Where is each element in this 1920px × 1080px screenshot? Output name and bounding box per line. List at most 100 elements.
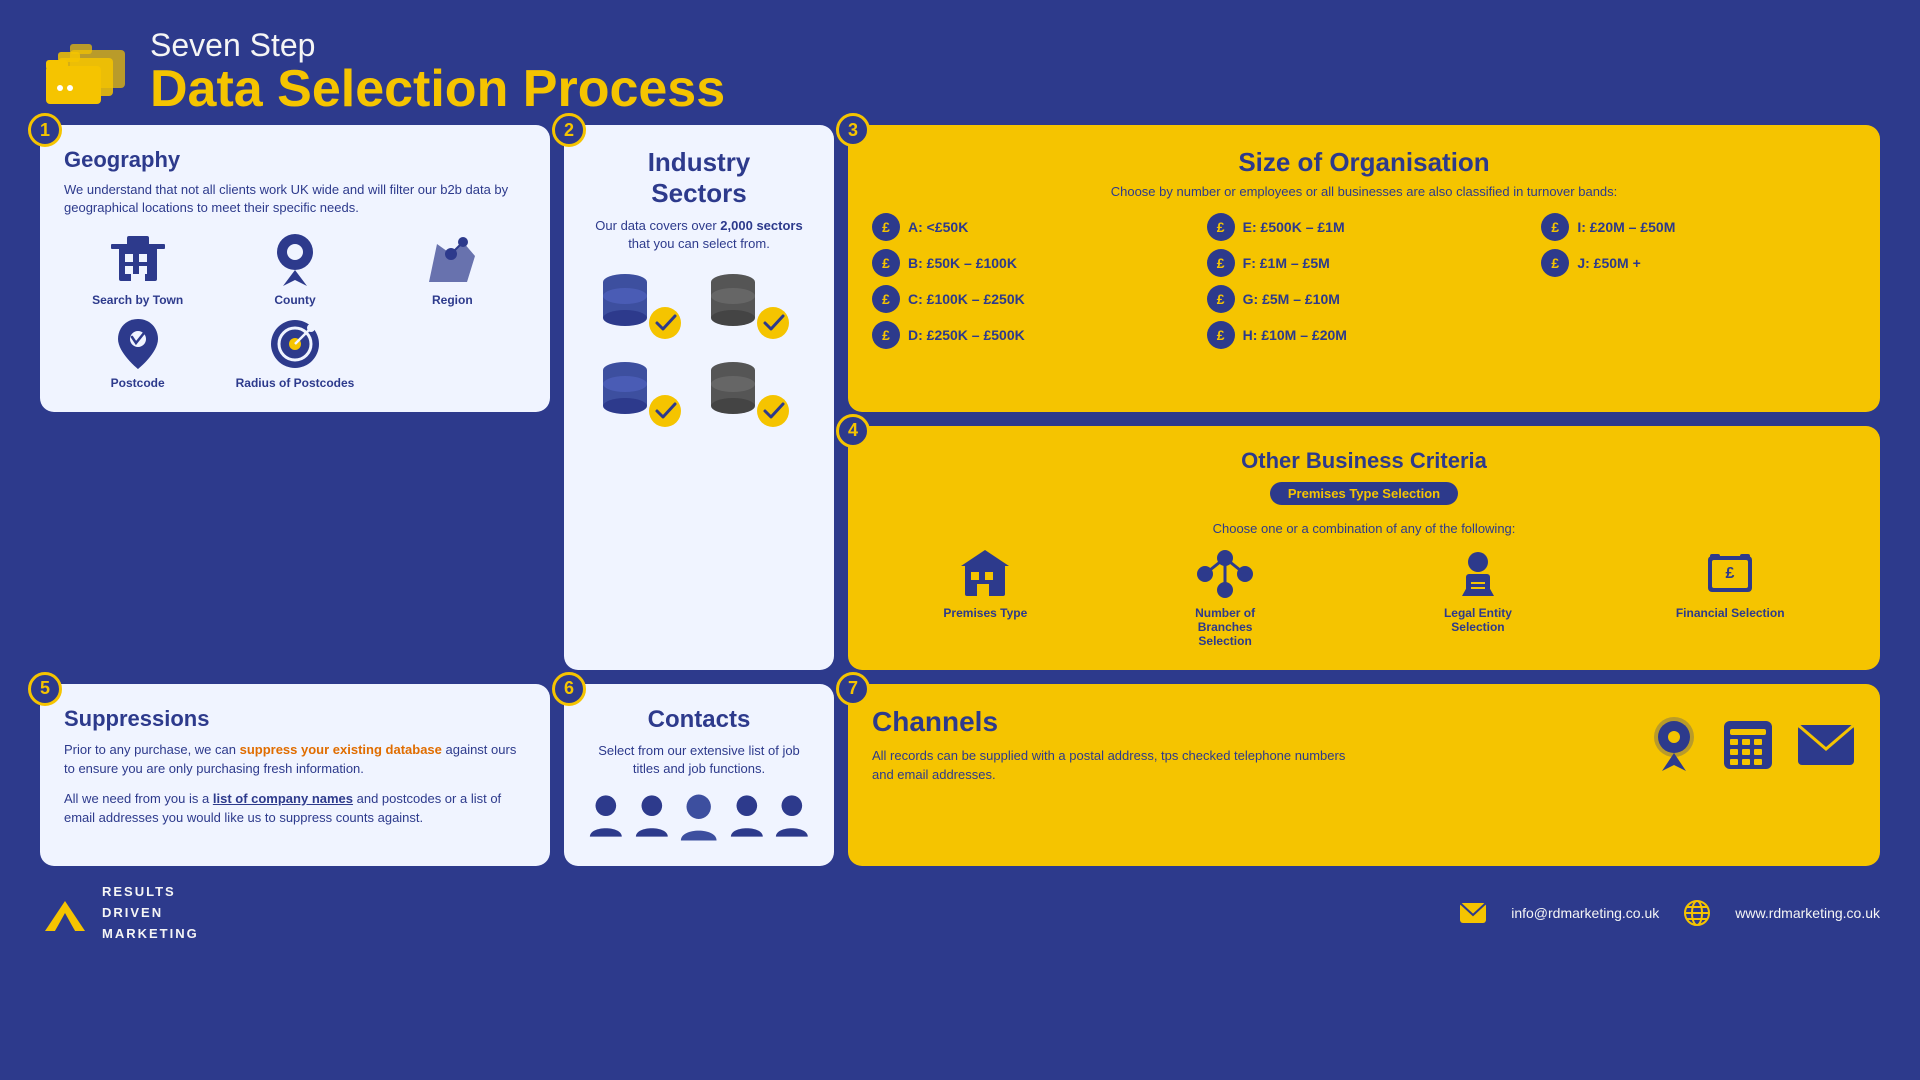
step5-badge: 5	[28, 672, 62, 706]
branches-icon	[1195, 548, 1255, 600]
criteria-icons: Premises Type Number of Branches Selecti…	[872, 548, 1856, 648]
step1-card: 1 Geography We understand that not all c…	[40, 125, 550, 411]
header-icon	[40, 32, 130, 112]
criteria-branches: Number of Branches Selection	[1170, 548, 1280, 648]
step5-card: 5 Suppressions Prior to any purchase, we…	[40, 684, 550, 866]
step3-subtitle: Choose by number or employees or all bus…	[872, 184, 1856, 199]
db-icon-4	[703, 356, 803, 436]
db-icon-1	[595, 268, 695, 348]
db-icon-3	[595, 356, 695, 436]
step7-title: Channels	[872, 706, 1352, 738]
step4-badge: 4	[836, 414, 870, 448]
geo-town-label: Search by Town	[92, 293, 183, 307]
premises-icon	[959, 548, 1011, 600]
step4-subtitle: Choose one or a combination of any of th…	[872, 521, 1856, 536]
footer: RESULTSDRIVENMARKETING info@rdmarketing.…	[0, 874, 1920, 952]
person-icon-4	[729, 792, 765, 840]
bottom-grid: 5 Suppressions Prior to any purchase, we…	[0, 684, 1920, 866]
footer-right: info@rdmarketing.co.uk www.rdmarketing.c…	[1459, 899, 1880, 927]
suppress-highlight: suppress your existing database	[240, 742, 442, 757]
header-subtitle: Seven Step	[150, 28, 725, 63]
geo-radius: Radius of Postcodes	[221, 317, 368, 390]
geo-region: Region	[379, 234, 526, 307]
criteria-premises: Premises Type	[943, 548, 1027, 620]
geo-icons: Search by Town County	[64, 234, 526, 390]
header: Seven Step Data Selection Process	[0, 0, 1920, 125]
person-icon-3-highlighted	[679, 792, 718, 844]
postcode-icon	[108, 317, 168, 372]
step3-card: 3 Size of Organisation Choose by number …	[848, 125, 1880, 411]
step6-desc: Select from our extensive list of job ti…	[588, 742, 810, 778]
pound-icon-a: £	[872, 213, 900, 241]
step5-para2: All we need from you is a list of compan…	[64, 789, 526, 828]
footer-email: info@rdmarketing.co.uk	[1511, 905, 1659, 921]
step4-title: Other Business Criteria	[872, 448, 1856, 474]
radius-icon	[265, 317, 325, 372]
footer-email-icon	[1459, 902, 1487, 924]
criteria-financial: £ Financial Selection	[1676, 548, 1785, 620]
step7-desc: All records can be supplied with a posta…	[872, 746, 1352, 785]
step3-title: Size of Organisation	[872, 147, 1856, 178]
pound-icon-j: £	[1541, 249, 1569, 277]
geo-county: County	[221, 234, 368, 307]
size-d: £ D: £250K – £500K	[872, 321, 1187, 349]
geo-postcode-label: Postcode	[111, 376, 165, 390]
step6-badge: 6	[552, 672, 586, 706]
footer-logo-text: RESULTSDRIVENMARKETING	[102, 882, 199, 944]
pound-icon-f: £	[1207, 249, 1235, 277]
pound-icon-c: £	[872, 285, 900, 313]
premises-badge: Premises Type Selection	[1270, 482, 1458, 505]
financial-icon: £	[1704, 548, 1756, 600]
size-grid: £ A: <£50K £ E: £500K – £1M £ I: £20M – …	[872, 213, 1856, 349]
size-a: £ A: <£50K	[872, 213, 1187, 241]
building-icon	[108, 234, 168, 289]
size-e: £ E: £500K – £1M	[1207, 213, 1522, 241]
pound-icon-h: £	[1207, 321, 1235, 349]
step1-badge: 1	[28, 113, 62, 147]
criteria-legal-label: Legal Entity Selection	[1423, 606, 1533, 634]
size-b: £ B: £50K – £100K	[872, 249, 1187, 277]
criteria-branches-label: Number of Branches Selection	[1170, 606, 1280, 648]
size-i: £ I: £20M – £50M	[1541, 213, 1856, 241]
pound-icon-g: £	[1207, 285, 1235, 313]
step4-card: 4 Other Business Criteria Premises Type …	[848, 426, 1880, 670]
step6-title: Contacts	[588, 706, 810, 734]
step2-desc: Our data covers over 2,000 sectors that …	[588, 217, 810, 253]
person-icon-5	[774, 792, 810, 840]
company-names-link: list of company names	[213, 791, 353, 806]
header-title: Data Selection Process	[150, 63, 725, 115]
legal-icon	[1452, 548, 1504, 600]
step5-para1: Prior to any purchase, we can suppress y…	[64, 740, 526, 779]
header-text: Seven Step Data Selection Process	[150, 28, 725, 115]
pound-icon-i: £	[1541, 213, 1569, 241]
geo-search-town: Search by Town	[64, 234, 211, 307]
step2-title: IndustrySectors	[588, 147, 810, 209]
criteria-legal: Legal Entity Selection	[1423, 548, 1533, 634]
size-g: £ G: £5M – £10M	[1207, 285, 1522, 313]
rdm-logo-mark	[40, 893, 90, 933]
telephone-channel-icon	[1720, 717, 1776, 773]
pound-icon-d: £	[872, 321, 900, 349]
main-grid: 1 Geography We understand that not all c…	[0, 125, 1920, 669]
location-icon	[265, 234, 325, 289]
step7-badge: 7	[836, 672, 870, 706]
db-icons	[588, 268, 810, 436]
step1-desc: We understand that not all clients work …	[64, 181, 526, 217]
geo-region-label: Region	[432, 293, 473, 307]
footer-website: www.rdmarketing.co.uk	[1735, 905, 1880, 921]
db-icon-2	[703, 268, 803, 348]
footer-globe-icon	[1683, 899, 1711, 927]
region-icon	[422, 234, 482, 289]
step5-title: Suppressions	[64, 706, 526, 732]
geo-radius-label: Radius of Postcodes	[236, 376, 355, 390]
pound-icon-b: £	[872, 249, 900, 277]
size-j: £ J: £50M +	[1541, 249, 1856, 277]
step2-badge: 2	[552, 113, 586, 147]
step1-title: Geography	[64, 147, 526, 173]
geo-postcode: Postcode	[64, 317, 211, 390]
size-c: £ C: £100K – £250K	[872, 285, 1187, 313]
person-icon-2	[634, 792, 670, 840]
email-channel-icon	[1796, 721, 1856, 769]
step6-card: 6 Contacts Select from our extensive lis…	[564, 684, 834, 866]
svg-text:£: £	[1726, 565, 1735, 582]
